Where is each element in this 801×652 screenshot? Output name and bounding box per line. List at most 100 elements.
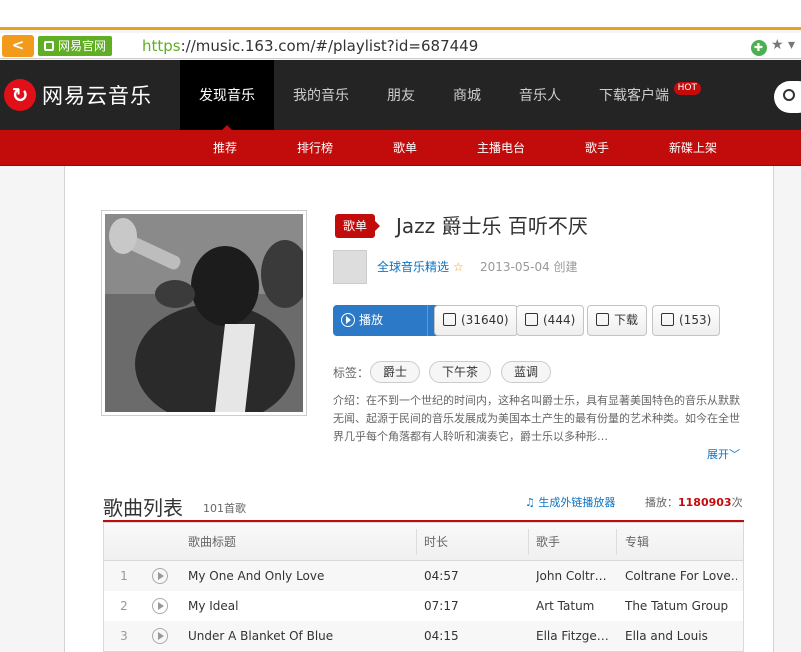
logo-text: 网易云音乐 — [42, 84, 152, 108]
nav-musician[interactable]: 音乐人 — [500, 60, 580, 130]
subnav-playlists[interactable]: 歌单 — [393, 130, 417, 166]
play-icon[interactable] — [152, 598, 168, 614]
song-artist[interactable]: Art Tatum — [536, 591, 612, 621]
creator-link[interactable]: 全球音乐精选 ☆ — [377, 258, 464, 275]
col-title[interactable]: 歌曲标题 — [188, 523, 236, 561]
song-duration: 07:17 — [424, 599, 459, 613]
tag-afternoon-tea[interactable]: 下午茶 — [429, 361, 492, 383]
song-artist[interactable]: Ella Fitzge… — [536, 621, 612, 651]
song-table: 歌曲标题 时长 歌手 专辑 1 My One And Only Love 04:… — [103, 522, 744, 652]
comment-count: (153) — [679, 313, 712, 327]
site-label: 网易官网 — [58, 39, 107, 53]
play-button[interactable]: 播放 — [333, 305, 427, 336]
download-label: 下载 — [614, 313, 639, 327]
col-artist[interactable]: 歌手 — [536, 523, 560, 561]
plays-value: 1180903 — [678, 496, 732, 509]
download-icon — [596, 313, 609, 326]
search-input[interactable] — [774, 81, 801, 113]
song-album[interactable]: Coltrane For Love… — [625, 561, 737, 591]
site-identity-badge[interactable]: 网易官网 — [38, 36, 113, 56]
table-header: 歌曲标题 时长 歌手 专辑 — [104, 523, 743, 561]
nav-friends[interactable]: 朋友 — [368, 60, 434, 130]
songlist-title: 歌曲列表 — [103, 496, 183, 520]
col-album[interactable]: 专辑 — [625, 523, 649, 561]
play-label: 播放 — [359, 313, 384, 327]
song-title[interactable]: My One And Only Love — [188, 561, 408, 591]
song-title[interactable]: My Ideal — [188, 591, 408, 621]
song-album[interactable]: The Tatum Group — [625, 591, 737, 621]
gen-link-label: 生成外链播放器 — [538, 496, 616, 509]
logo[interactable]: ↻ 网易云音乐 — [4, 79, 152, 111]
url-scheme: https — [142, 37, 181, 55]
row-number: 2 — [120, 599, 128, 613]
play-circle-icon — [341, 313, 355, 327]
share-count: (444) — [543, 313, 576, 327]
subnav-radio[interactable]: 主播电台 — [477, 130, 525, 166]
creator-avatar[interactable] — [333, 250, 367, 284]
browser-top-strip — [0, 0, 801, 30]
song-duration: 04:15 — [424, 629, 459, 643]
table-row[interactable]: 3 Under A Blanket Of Blue 04:15 Ella Fit… — [104, 621, 743, 651]
playlist-cover — [101, 210, 307, 416]
subnav-artists[interactable]: 歌手 — [585, 130, 609, 166]
col-duration[interactable]: 时长 — [424, 523, 448, 561]
plays-unit: 次 — [731, 496, 743, 509]
share-icon — [525, 313, 538, 326]
dropdown-icon[interactable]: ▾ — [788, 37, 795, 53]
playlist-badge: 歌单 — [335, 214, 381, 238]
favorite-star-icon[interactable]: ★ — [771, 37, 784, 53]
search-icon — [783, 89, 795, 101]
play-icon[interactable] — [152, 568, 168, 584]
chevron-down-icon: ﹀ — [729, 448, 740, 461]
song-count: 101首歌 — [203, 502, 246, 515]
comment-icon — [661, 313, 674, 326]
created-date: 2013-05-04 创建 — [480, 260, 578, 274]
nav-my-music[interactable]: 我的音乐 — [274, 60, 368, 130]
download-button[interactable]: 下载 — [587, 305, 648, 336]
playlist-title: Jazz 爵士乐 百听不厌 — [396, 214, 588, 238]
nav-download-client[interactable]: 下载客户端 HOT — [580, 60, 701, 130]
netease-logo-icon: ↻ — [4, 79, 36, 111]
collect-count: (31640) — [461, 313, 509, 327]
back-button[interactable]: < — [2, 35, 34, 57]
subnav-charts[interactable]: 排行榜 — [297, 130, 333, 166]
comment-button[interactable]: (153) — [652, 305, 721, 336]
song-title[interactable]: Under A Blanket Of Blue — [188, 621, 408, 651]
playlist-intro: 介绍：在不到一个世纪的时间内，这种名叫爵士乐，具有显著美国特色的音乐从默默无闻、… — [333, 394, 740, 443]
table-row[interactable]: 2 My Ideal 07:17 Art Tatum The Tatum Gro… — [104, 591, 743, 621]
tags-label: 标签： — [333, 366, 370, 380]
collect-button[interactable]: (31640) — [434, 305, 518, 336]
play-icon[interactable] — [152, 628, 168, 644]
song-album[interactable]: Ella and Louis — [625, 621, 737, 651]
row-number: 3 — [120, 629, 128, 643]
address-bar[interactable]: < 网易官网 https://music.163.com/#/playlist?… — [0, 33, 801, 59]
table-row[interactable]: 1 My One And Only Love 04:57 John Coltr…… — [104, 561, 743, 591]
play-count: 播放：1180903次 — [645, 494, 743, 510]
hot-badge: HOT — [673, 82, 701, 95]
subnav-recommend[interactable]: 推荐 — [213, 130, 237, 166]
nav-discover[interactable]: 发现音乐 — [180, 60, 274, 131]
lock-icon — [44, 41, 54, 51]
expand-link[interactable]: 展开﹀ — [707, 446, 740, 462]
share-button[interactable]: (444) — [516, 305, 585, 336]
url-rest: ://music.163.com/#/playlist?id=687449 — [180, 37, 479, 55]
top-nav: ↻ 网易云音乐 发现音乐 我的音乐 朋友 商城 音乐人 下载客户端 HOT — [0, 60, 801, 131]
star-icon: ☆ — [452, 260, 464, 274]
generate-player-link[interactable]: ♫ 生成外链播放器 — [525, 494, 615, 510]
song-artist[interactable]: John Coltr… — [536, 561, 612, 591]
url-text[interactable]: https://music.163.com/#/playlist?id=6874… — [142, 36, 478, 56]
subnav-new-albums[interactable]: 新碟上架 — [669, 130, 717, 166]
extension-icon[interactable]: ✚ — [750, 40, 767, 56]
song-duration: 04:57 — [424, 569, 459, 583]
expand-label: 展开 — [707, 448, 729, 461]
nav-download-label: 下载客户端 — [599, 88, 669, 104]
plays-label: 播放： — [645, 496, 678, 509]
tag-blues[interactable]: 蓝调 — [501, 361, 552, 383]
sub-nav: 推荐 排行榜 歌单 主播电台 歌手 新碟上架 — [0, 130, 801, 166]
row-number: 1 — [120, 569, 128, 583]
collect-icon — [443, 313, 456, 326]
cover-photo — [105, 214, 303, 412]
tag-jazz[interactable]: 爵士 — [370, 361, 421, 383]
address-bar-icons: ✚ ★ ▾ — [750, 37, 795, 56]
nav-mall[interactable]: 商城 — [434, 60, 500, 130]
